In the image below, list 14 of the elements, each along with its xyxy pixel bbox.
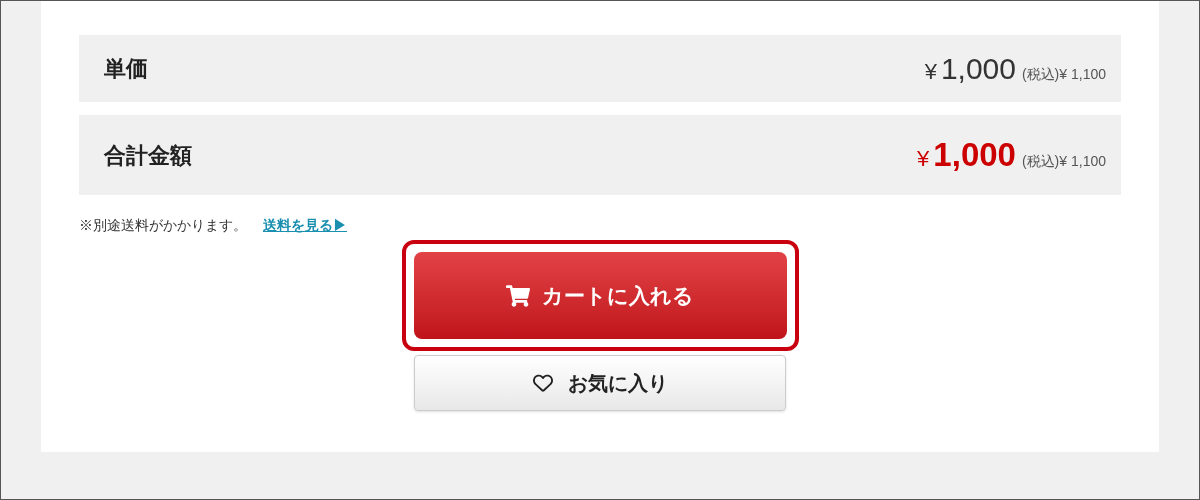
currency-symbol: ¥ [924, 58, 937, 86]
price-amount: 1,000 [933, 135, 1016, 176]
price-label: 合計金額 [104, 141, 192, 170]
favorite-button[interactable]: お気に入り [414, 355, 786, 411]
shipping-note: ※別途送料がかかります。 [79, 216, 247, 235]
heart-icon [532, 373, 554, 393]
price-label: 単価 [104, 55, 148, 83]
tax-included-price: (税込)¥ 1,100 [1021, 152, 1106, 172]
cart-icon [506, 284, 530, 307]
add-to-cart-button[interactable]: カートに入れる [413, 252, 787, 339]
price-amount: 1,000 [940, 51, 1016, 87]
shipping-link[interactable]: 送料を見る▶ [263, 215, 347, 236]
currency-symbol: ¥ [917, 145, 930, 174]
tax-included-price: (税込)¥ 1,100 [1021, 65, 1106, 84]
